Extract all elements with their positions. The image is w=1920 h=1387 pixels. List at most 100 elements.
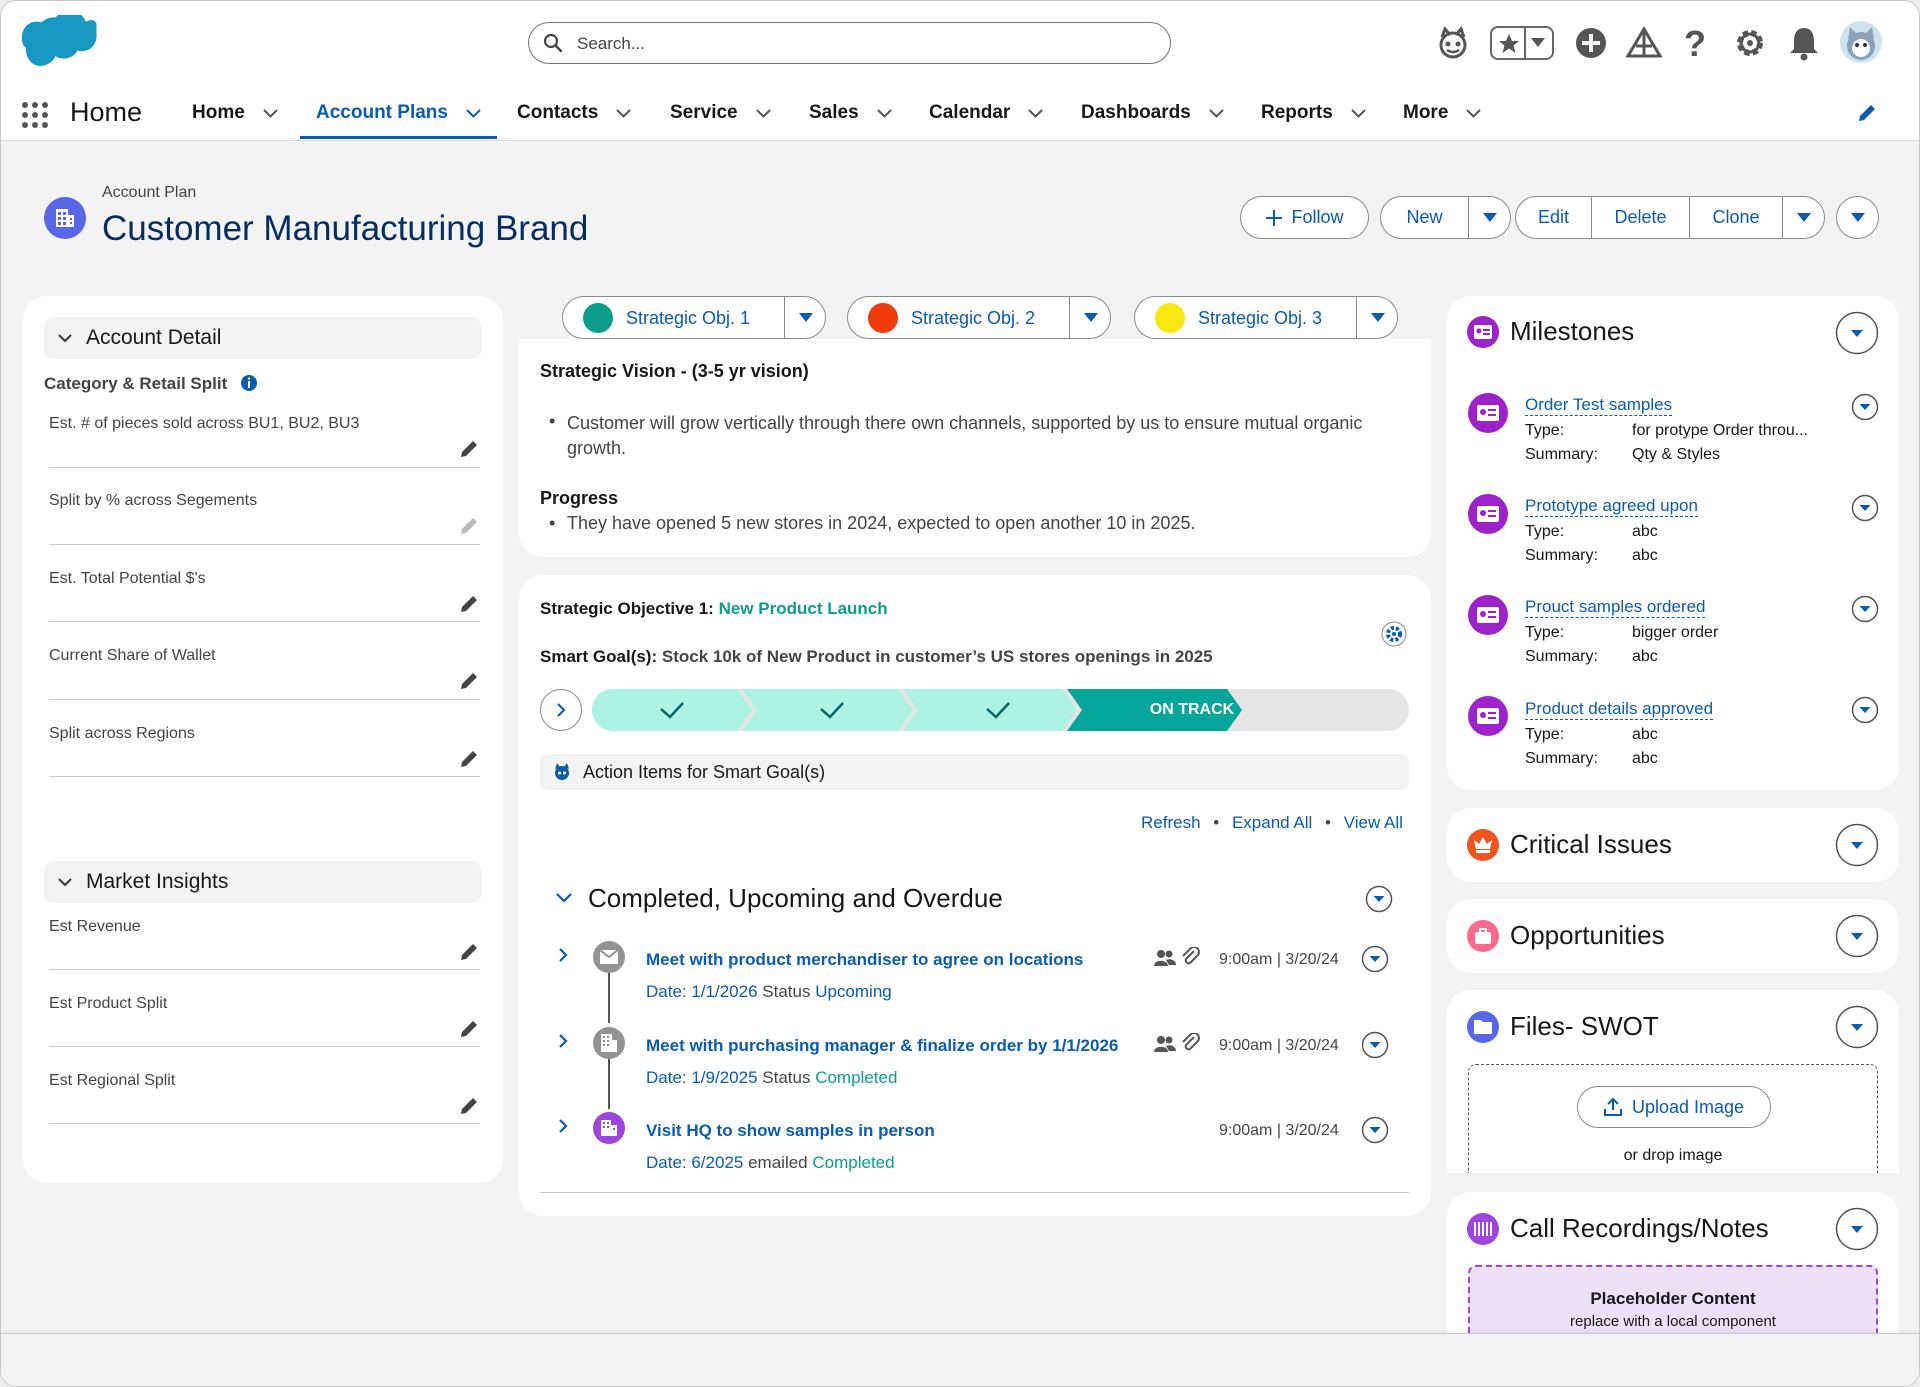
tab-strategic-obj-1[interactable]: Strategic Obj. 1 [562, 296, 826, 339]
tab-strategic-obj-2[interactable]: Strategic Obj. 2 [847, 296, 1111, 339]
milestone-summary-value: abc [1632, 750, 1658, 767]
field-label: Split by % across Segements [49, 492, 258, 509]
nav-item-service[interactable]: Service [670, 85, 771, 141]
vision-text: Customer will grow vertically through th… [567, 413, 1363, 458]
nav-item-reports[interactable]: Reports [1261, 85, 1366, 141]
follow-button[interactable]: Follow [1240, 196, 1369, 239]
timeline-item-menu-button[interactable] [1361, 1031, 1389, 1059]
pencil-icon[interactable] [459, 439, 479, 459]
page-title: Customer Manufacturing Brand [102, 209, 589, 248]
help-icon[interactable]: ? [1684, 23, 1706, 65]
einstein-icon [555, 763, 569, 780]
timeline-item-title[interactable]: Meet with product merchandiser to agree … [646, 950, 1083, 970]
field-divider [49, 467, 480, 468]
nav-item-dashboards[interactable]: Dashboards [1081, 85, 1224, 141]
chevron-right-icon[interactable] [558, 1033, 568, 1049]
pencil-icon[interactable] [459, 942, 479, 962]
record-object-type: Account Plan [102, 184, 197, 201]
file-drop-zone[interactable]: Upload Image or drop image [1468, 1064, 1878, 1173]
market-insights-section-header[interactable]: Market Insights [44, 861, 482, 903]
nav-item-more[interactable]: More [1403, 85, 1482, 141]
milestone-title[interactable]: Product details approved [1525, 699, 1714, 720]
pencil-icon[interactable] [459, 1019, 479, 1039]
chevron-right-icon[interactable] [558, 1118, 568, 1134]
milestone-menu-button[interactable] [1851, 595, 1879, 623]
building-icon [593, 1027, 625, 1059]
pencil-icon[interactable] [459, 1096, 479, 1116]
timeline-item-title[interactable]: Meet with purchasing manager & finalize … [646, 1036, 1118, 1056]
gear-icon[interactable] [1733, 26, 1767, 60]
pencil-icon[interactable] [459, 516, 479, 536]
milestones-menu-button[interactable] [1835, 311, 1879, 355]
expand-all-link[interactable]: Expand All [1232, 813, 1312, 832]
chevron-down-icon [755, 108, 771, 118]
strategic-objective-card: Strategic Objective 1: New Product Launc… [519, 575, 1431, 1216]
header-more-button[interactable] [1836, 196, 1879, 239]
milestone-title[interactable]: Prototype agreed upon [1525, 496, 1698, 517]
upload-image-button[interactable]: Upload Image [1577, 1086, 1771, 1128]
chevron-down-icon[interactable] [1084, 313, 1098, 322]
refresh-link[interactable]: Refresh [1141, 813, 1201, 832]
info-icon[interactable] [240, 374, 258, 392]
critical-issues-menu-button[interactable] [1835, 823, 1879, 867]
progress-text: They have opened 5 new stores in 2024, e… [567, 513, 1196, 533]
trailhead-icon[interactable] [1626, 26, 1662, 60]
new-menu-button[interactable] [1468, 196, 1511, 239]
milestone-menu-button[interactable] [1851, 494, 1879, 522]
nav-item-sales[interactable]: Sales [809, 85, 892, 141]
nav-item-contacts[interactable]: Contacts [517, 85, 632, 141]
bell-icon[interactable] [1787, 25, 1821, 61]
favorites-button[interactable] [1490, 26, 1554, 60]
salesforce-logo[interactable] [21, 15, 107, 73]
einstein-icon[interactable] [1436, 26, 1470, 60]
placeholder-subtitle: replace with a local component [1570, 1313, 1776, 1330]
timeline-item-menu-button[interactable] [1361, 945, 1389, 973]
nav-item-calendar[interactable]: Calendar [929, 85, 1044, 141]
files-heading: Files- SWOT [1510, 1011, 1659, 1041]
app-launcher-icon[interactable] [21, 101, 49, 129]
nav-item-account-plans[interactable]: Account Plans [300, 85, 497, 141]
clone-button[interactable]: Clone [1689, 196, 1783, 239]
plus-icon [1266, 209, 1283, 226]
pencil-icon[interactable] [459, 671, 479, 691]
delete-button[interactable]: Delete [1591, 196, 1690, 239]
milestone-menu-button[interactable] [1851, 393, 1879, 421]
new-button[interactable]: New [1380, 196, 1469, 239]
pencil-icon[interactable] [459, 749, 479, 769]
chevron-down-icon[interactable] [556, 893, 572, 903]
path-status-label[interactable]: ON TRACK [1112, 701, 1272, 719]
chevron-down-icon[interactable] [799, 313, 813, 322]
timeline-item-title[interactable]: Visit HQ to show samples in person [646, 1121, 935, 1141]
action-items-bar[interactable]: Action Items for Smart Goal(s) [540, 754, 1409, 790]
view-all-link[interactable]: View All [1344, 813, 1403, 832]
tab-strategic-obj-3[interactable]: Strategic Obj. 3 [1134, 296, 1398, 339]
placeholder-content: Placeholder Content replace with a local… [1468, 1265, 1878, 1342]
path-toggle-button[interactable] [540, 689, 582, 731]
timeline-item-menu-button[interactable] [1361, 1116, 1389, 1144]
milestone-title[interactable]: Order Test samples [1525, 395, 1673, 416]
files-menu-button[interactable] [1835, 1005, 1879, 1049]
pencil-icon[interactable] [459, 594, 479, 614]
timeline-item-meta: Date: 1/9/2025 Status Completed [646, 1068, 897, 1088]
nav-item-home[interactable]: Home [192, 85, 278, 141]
edit-button[interactable]: Edit [1515, 196, 1592, 239]
milestone-menu-button[interactable] [1851, 696, 1879, 724]
milestones-heading: Milestones [1510, 316, 1635, 346]
call-recordings-menu-button[interactable] [1835, 1207, 1879, 1251]
opportunities-menu-button[interactable] [1835, 914, 1879, 958]
chevron-down-icon[interactable] [1371, 313, 1385, 322]
chevron-right-icon [557, 703, 566, 717]
account-detail-section-header[interactable]: Account Detail [44, 317, 482, 359]
timeline-menu-button[interactable] [1365, 885, 1393, 913]
settings-icon[interactable] [1381, 621, 1407, 647]
actions-menu-button[interactable] [1782, 196, 1825, 239]
add-icon[interactable] [1574, 26, 1608, 60]
search-input[interactable]: Search... [528, 22, 1171, 64]
avatar[interactable] [1840, 21, 1882, 63]
objective-prefix: Strategic Objective 1: [540, 599, 714, 618]
milestone-title[interactable]: Prouct samples ordered [1525, 597, 1706, 618]
chevron-right-icon[interactable] [558, 947, 568, 963]
edit-nav-icon[interactable] [1857, 103, 1877, 123]
field-divider [49, 699, 480, 700]
bullet: • [549, 411, 556, 431]
